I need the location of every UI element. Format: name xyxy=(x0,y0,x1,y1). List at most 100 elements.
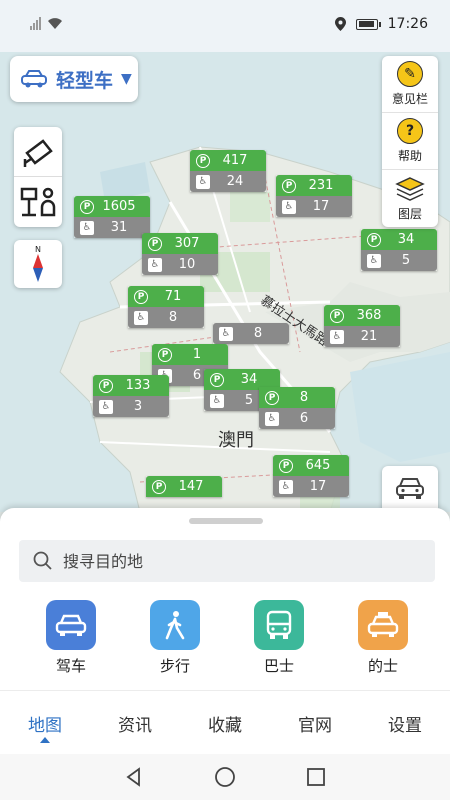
edit-icon: ✎ xyxy=(397,61,423,87)
parking-marker[interactable]: P 1605 ♿ 31 xyxy=(74,196,150,238)
layers-label: 图层 xyxy=(397,206,422,221)
parking-meter-icon xyxy=(20,187,56,217)
vehicle-type-selector[interactable]: 轻型车 ▼ xyxy=(10,56,138,102)
taxi-icon xyxy=(358,600,408,650)
feedback-button[interactable]: ✎ 意见栏 xyxy=(382,56,438,113)
system-nav-bar xyxy=(0,754,450,800)
mode-drive[interactable]: 驾车 xyxy=(19,600,123,676)
parking-marker[interactable]: P 71 ♿ 8 xyxy=(128,286,204,328)
parking-icon: P xyxy=(80,199,94,214)
wheelchair-icon: ♿ xyxy=(367,253,381,268)
bottom-tab-bar: 地图 资讯 收藏 官网 设置 xyxy=(0,690,450,754)
vehicle-type-label: 轻型车 xyxy=(56,69,114,92)
parking-available: 133 xyxy=(125,378,151,393)
mode-label: 的士 xyxy=(367,657,398,675)
help-button[interactable]: ? 帮助 xyxy=(382,113,438,170)
tab-settings[interactable]: 设置 xyxy=(360,691,450,754)
parking-marker[interactable]: P 417 ♿ 24 xyxy=(190,150,266,192)
compass-icon: N xyxy=(33,245,43,282)
walk-icon xyxy=(150,600,200,650)
parking-available: 8 xyxy=(299,390,309,405)
vehicle-locate-button[interactable] xyxy=(382,466,438,510)
mode-bus[interactable]: 巴士 xyxy=(227,600,331,676)
status-bar: 17:26 xyxy=(0,0,450,52)
status-left xyxy=(30,16,63,30)
parking-icon: P xyxy=(134,289,148,304)
help-icon: ? xyxy=(397,118,423,144)
feedback-label: 意见栏 xyxy=(391,92,428,106)
parking-available: 34 xyxy=(397,232,415,247)
parking-marker[interactable]: P 231 ♿ 17 xyxy=(276,175,352,217)
parking-available: 645 xyxy=(305,458,331,473)
layers-icon xyxy=(395,176,425,201)
parking-marker[interactable]: P 307 ♿ 10 xyxy=(142,233,218,275)
parking-accessible: 8 xyxy=(253,326,263,341)
tab-news[interactable]: 资讯 xyxy=(90,691,180,754)
status-right: 17:26 xyxy=(334,16,428,32)
parking-attendant-button[interactable] xyxy=(14,177,62,227)
parking-icon: P xyxy=(282,178,296,193)
parking-available: 368 xyxy=(356,308,382,323)
wheelchair-icon: ♿ xyxy=(99,399,113,414)
mode-taxi[interactable]: 的士 xyxy=(331,600,435,676)
parking-available: 1 xyxy=(192,347,202,362)
wifi-icon xyxy=(48,17,62,29)
parking-icon: P xyxy=(152,479,166,494)
wheelchair-icon: ♿ xyxy=(80,220,94,235)
layers-button[interactable]: 图层 xyxy=(382,170,438,227)
parking-available: 417 xyxy=(222,153,248,168)
parking-icon: P xyxy=(279,458,293,473)
map-city-label: 澳門 xyxy=(218,430,254,451)
wheelchair-icon: ♿ xyxy=(265,411,279,426)
back-icon[interactable] xyxy=(124,767,144,787)
help-label: 帮助 xyxy=(397,149,422,163)
travel-modes: 驾车 步行 巴士 的士 xyxy=(0,600,450,676)
home-icon[interactable] xyxy=(214,766,236,788)
parking-available: 71 xyxy=(164,289,182,304)
parking-marker[interactable]: ♿ 8 xyxy=(213,323,289,344)
tab-map[interactable]: 地图 xyxy=(0,691,90,754)
sheet-drag-handle[interactable] xyxy=(189,518,263,524)
chevron-down-icon: ▼ xyxy=(121,71,132,87)
recents-icon[interactable] xyxy=(306,767,326,787)
search-bar[interactable] xyxy=(19,540,435,582)
mode-label: 巴士 xyxy=(263,657,294,675)
wheelchair-icon: ♿ xyxy=(279,479,293,494)
parking-available: 34 xyxy=(240,372,258,387)
parking-marker[interactable]: P 34 ♿ 5 xyxy=(361,229,437,271)
compass-button[interactable]: N xyxy=(14,240,62,288)
parking-marker[interactable]: P 8 ♿ 6 xyxy=(259,387,335,429)
search-input[interactable] xyxy=(63,551,403,571)
mode-walk[interactable]: 步行 xyxy=(123,600,227,676)
bottom-sheet: 驾车 步行 巴士 的士 地图 资讯 收藏 官网 设置 xyxy=(0,508,450,754)
search-icon xyxy=(33,551,52,570)
left-toolbar xyxy=(14,127,62,227)
tab-official-site[interactable]: 官网 xyxy=(270,691,360,754)
wheelchair-icon: ♿ xyxy=(134,310,148,325)
svg-text:N: N xyxy=(35,245,41,254)
parking-icon: P xyxy=(367,232,381,247)
parking-marker[interactable]: P 147 xyxy=(146,476,222,497)
parking-icon: P xyxy=(265,390,279,405)
parking-accessible: 17 xyxy=(309,479,327,494)
active-tab-indicator xyxy=(40,737,50,743)
cctv-camera-icon xyxy=(23,138,53,167)
status-time: 17:26 xyxy=(387,16,428,32)
parking-accessible: 3 xyxy=(133,399,143,414)
parking-marker[interactable]: P 133 ♿ 3 xyxy=(93,375,169,417)
parking-icon: P xyxy=(330,308,344,323)
parking-marker[interactable]: P 645 ♿ 17 xyxy=(273,455,349,497)
tab-favorites[interactable]: 收藏 xyxy=(180,691,270,754)
bus-icon xyxy=(254,600,304,650)
parking-marker[interactable]: P 368 ♿ 21 xyxy=(324,305,400,347)
wheelchair-icon: ♿ xyxy=(148,257,162,272)
wheelchair-icon: ♿ xyxy=(330,329,344,344)
wheelchair-icon: ♿ xyxy=(210,393,224,408)
parking-accessible: 5 xyxy=(401,253,411,268)
signal-icon xyxy=(30,16,41,30)
parking-accessible: 17 xyxy=(312,199,330,214)
location-icon xyxy=(334,17,346,31)
car-icon xyxy=(21,70,47,88)
camera-button[interactable] xyxy=(14,127,62,177)
parking-icon: P xyxy=(148,236,162,251)
